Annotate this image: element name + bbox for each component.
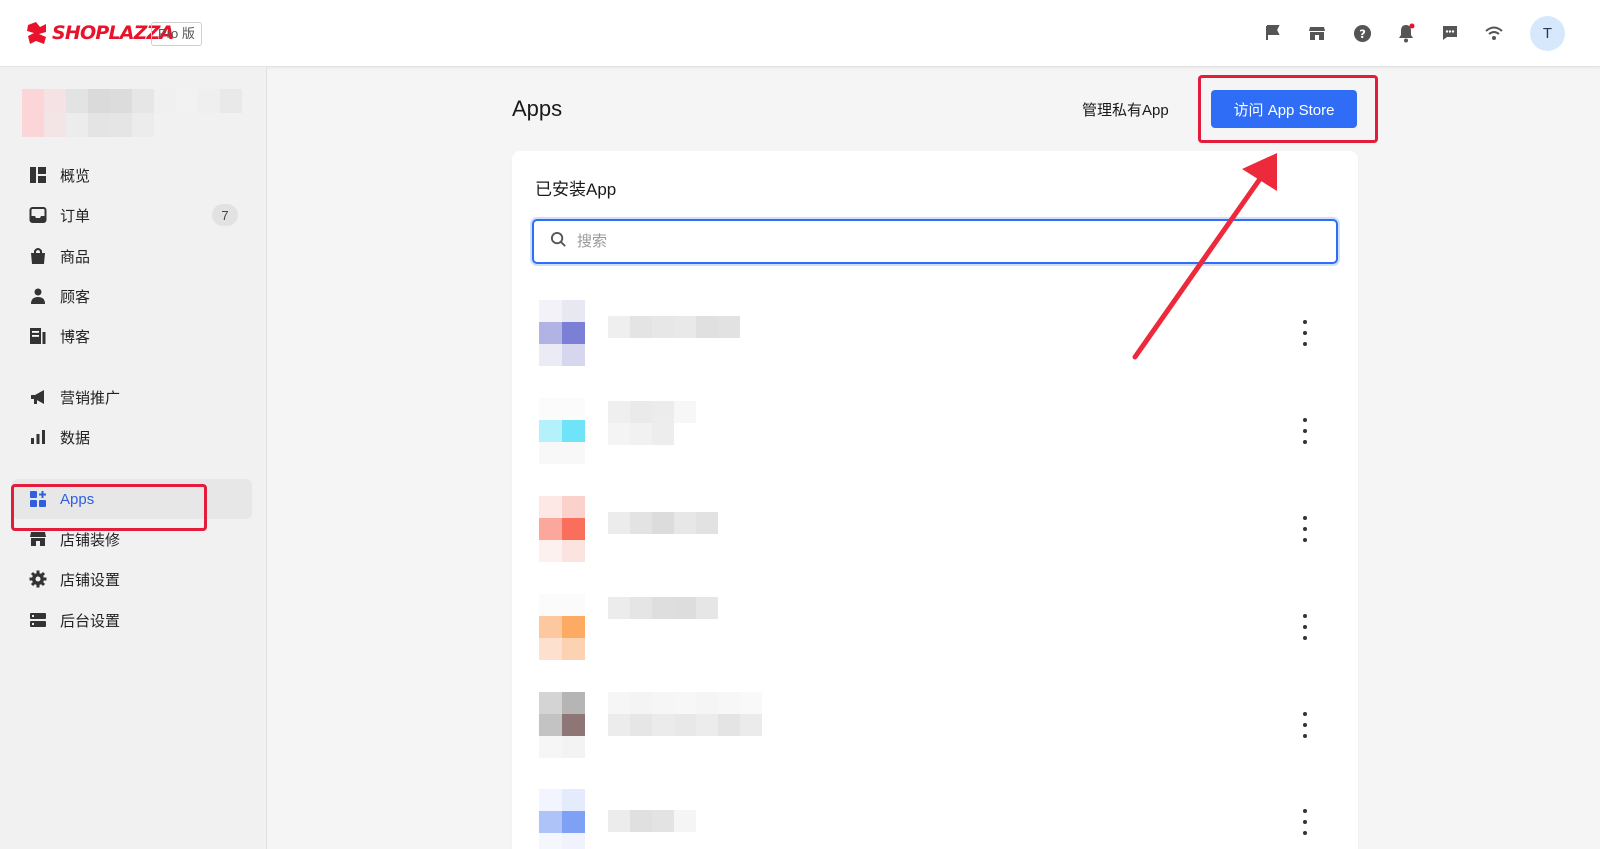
- plan-badge: Pro 版: [151, 22, 202, 46]
- app-name-blurred: [608, 597, 718, 619]
- help-icon[interactable]: ?: [1350, 21, 1374, 45]
- sidebar-item-label: Apps: [60, 490, 95, 508]
- megaphone-icon: [28, 387, 48, 407]
- store-name-blurred: [22, 89, 242, 137]
- sidebar: 概览 订单 7 商品 顾客 博客 营销推广 数据 Apps 店铺装修 店铺设置 …: [0, 67, 267, 849]
- chat-icon[interactable]: [1438, 21, 1462, 45]
- search-input[interactable]: [577, 233, 1277, 250]
- sidebar-item-customers[interactable]: 顾客: [12, 276, 252, 316]
- inbox-icon: [28, 205, 48, 225]
- more-options-icon[interactable]: [1300, 320, 1310, 346]
- more-options-icon[interactable]: [1300, 712, 1310, 738]
- sidebar-item-theme[interactable]: 店铺装修: [12, 519, 252, 559]
- app-row[interactable]: [512, 676, 1358, 774]
- logo-mark-icon: [27, 22, 46, 44]
- sidebar-item-label: 博客: [60, 328, 91, 346]
- app-icon-blurred: [539, 496, 585, 562]
- manage-private-apps-link[interactable]: 管理私有App: [1082, 99, 1169, 120]
- app-name-blurred-line2: [608, 423, 674, 445]
- app-name-blurred: [608, 512, 718, 534]
- sidebar-item-label: 后台设置: [60, 612, 121, 630]
- more-options-icon[interactable]: [1300, 418, 1310, 444]
- dashboard-icon: [28, 165, 48, 185]
- sidebar-item-label: 数据: [60, 429, 91, 447]
- app-name-blurred-line2: [608, 714, 762, 736]
- notification-bell-icon[interactable]: [1394, 21, 1418, 45]
- storefront-icon: [28, 529, 48, 549]
- app-icon-blurred: [539, 789, 585, 849]
- bar-chart-icon: [28, 427, 48, 447]
- more-options-icon[interactable]: [1300, 614, 1310, 640]
- sidebar-item-orders[interactable]: 订单 7: [12, 195, 252, 235]
- sidebar-item-analytics[interactable]: 数据: [12, 417, 252, 457]
- search-icon: [550, 231, 567, 253]
- sidebar-item-admin-settings[interactable]: 后台设置: [12, 600, 252, 640]
- apps-grid-icon: [28, 489, 48, 509]
- flag-icon[interactable]: [1261, 21, 1285, 45]
- app-row[interactable]: [512, 578, 1358, 676]
- top-bar: SHOPLAZZA Pro 版 ? T: [0, 0, 1600, 67]
- sidebar-item-marketing[interactable]: 营销推广: [12, 377, 252, 417]
- app-row[interactable]: [512, 480, 1358, 578]
- sidebar-item-overview[interactable]: 概览: [12, 155, 252, 195]
- app-row[interactable]: [512, 773, 1358, 849]
- more-options-icon[interactable]: [1300, 516, 1310, 542]
- wifi-icon[interactable]: [1482, 21, 1506, 45]
- person-icon: [28, 286, 48, 306]
- installed-apps-card: 已安装App: [512, 151, 1358, 849]
- sidebar-item-label: 营销推广: [60, 389, 121, 407]
- sidebar-item-label: 订单: [60, 207, 91, 225]
- app-name-blurred: [608, 316, 740, 338]
- app-icon-blurred: [539, 300, 585, 366]
- sidebar-item-blog[interactable]: 博客: [12, 316, 252, 356]
- sidebar-item-label: 概览: [60, 167, 91, 185]
- svg-text:?: ?: [1359, 26, 1366, 40]
- sidebar-item-apps[interactable]: Apps: [12, 479, 252, 519]
- blog-icon: [28, 326, 48, 346]
- sidebar-item-label: 店铺装修: [60, 531, 121, 549]
- gear-icon: [28, 569, 48, 589]
- user-avatar[interactable]: T: [1530, 16, 1565, 51]
- app-name-blurred: [608, 692, 762, 714]
- sidebar-item-store-settings[interactable]: 店铺设置: [12, 559, 252, 599]
- app-row[interactable]: [512, 382, 1358, 480]
- visit-app-store-button[interactable]: 访问 App Store: [1211, 90, 1357, 128]
- orders-count-badge: 7: [212, 204, 238, 226]
- server-icon: [28, 610, 48, 630]
- sidebar-item-label: 店铺设置: [60, 571, 121, 589]
- app-icon-blurred: [539, 692, 585, 758]
- app-search-box[interactable]: [532, 219, 1338, 264]
- app-icon-blurred: [539, 594, 585, 660]
- shopping-bag-icon: [28, 246, 48, 266]
- app-row[interactable]: [512, 284, 1358, 382]
- app-name-blurred: [608, 810, 696, 832]
- page-title: Apps: [512, 96, 563, 121]
- more-options-icon[interactable]: [1300, 809, 1310, 835]
- installed-apps-title: 已安装App: [535, 180, 617, 199]
- app-name-blurred: [608, 401, 696, 423]
- app-icon-blurred: [539, 398, 585, 464]
- sidebar-item-label: 商品: [60, 248, 91, 266]
- sidebar-item-products[interactable]: 商品: [12, 236, 252, 276]
- sidebar-item-label: 顾客: [60, 288, 91, 306]
- storefront-icon[interactable]: [1305, 21, 1329, 45]
